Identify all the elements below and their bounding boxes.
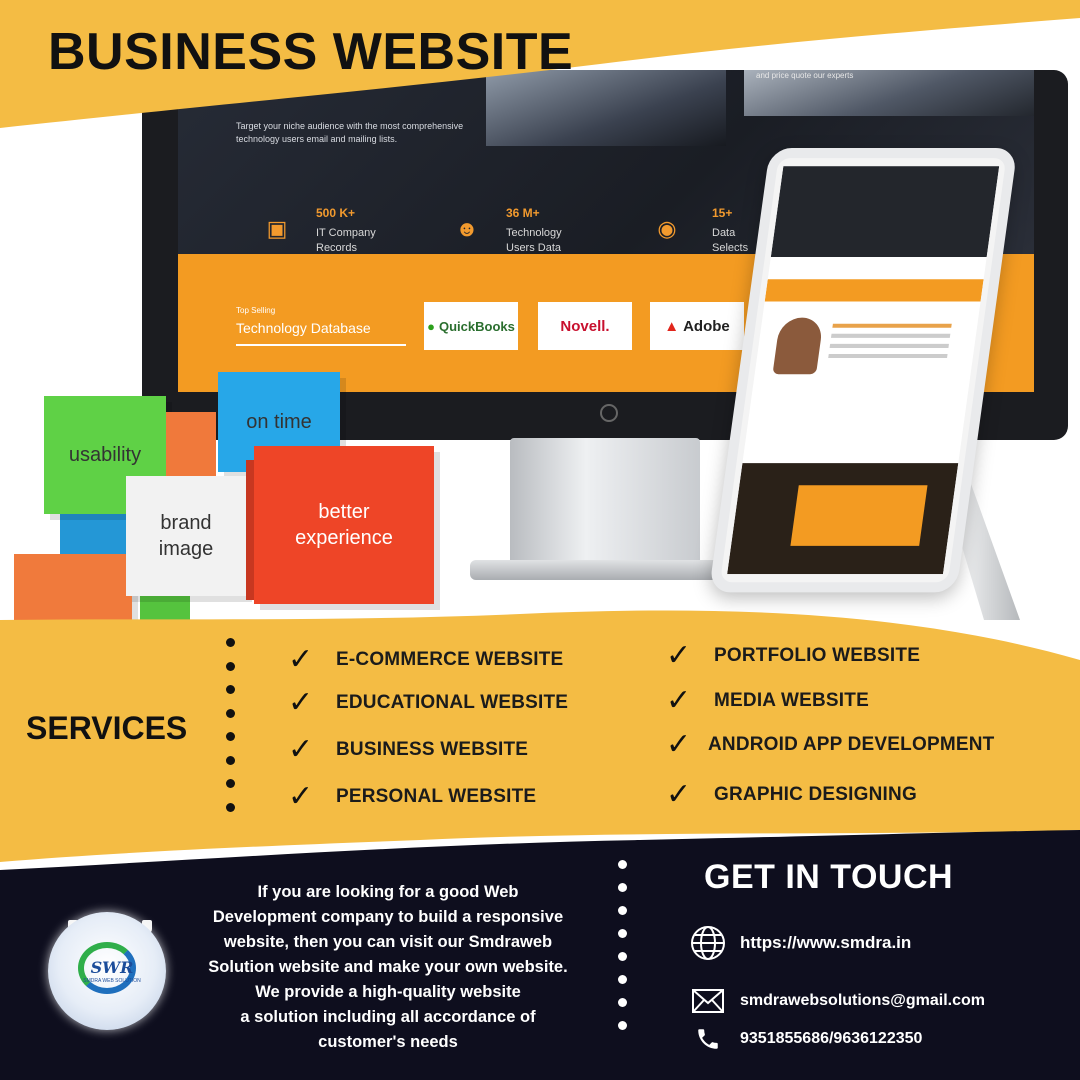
service-item: ✓ E-COMMERCE WEBSITE — [288, 645, 563, 675]
phone-number[interactable]: 9351855686/9636122350 — [740, 1030, 922, 1048]
id-card-icon: ▣ — [266, 216, 288, 241]
logo-subtext: SMDRA WEB SOLUTION — [83, 978, 141, 984]
service-label: ANDROID APP DEVELOPMENT — [708, 734, 995, 755]
about-line: Solution website and make your own websi… — [208, 958, 568, 976]
website-link[interactable]: https://www.smdra.in — [740, 933, 911, 953]
service-label: GRAPHIC DESIGNING — [714, 784, 917, 805]
dotted-divider — [226, 638, 236, 826]
dotted-divider — [618, 860, 628, 1044]
monitor-logo-icon — [600, 404, 618, 422]
globe-icon — [690, 926, 726, 960]
tablet-form — [790, 485, 928, 546]
stat: 36 M+ Technology Users Data — [506, 206, 562, 256]
cube-label: brand — [160, 512, 212, 534]
logo-text: SWR — [90, 958, 134, 977]
check-icon: ✓ — [666, 728, 692, 761]
about-line: We provide a high-quality website — [255, 983, 521, 1001]
service-label: BUSINESS WEBSITE — [336, 739, 529, 760]
stat-value: 36 M+ — [506, 206, 540, 220]
check-icon: ✓ — [288, 643, 314, 676]
tablet-person — [772, 317, 824, 375]
phone-contact[interactable]: 9351855686/9636122350 — [690, 1024, 922, 1054]
get-in-touch-title: GET IN TOUCH — [704, 858, 954, 896]
check-icon: ✓ — [288, 686, 314, 719]
tablet-screen — [727, 166, 1000, 575]
about-line: a solution including all accordance of — [240, 1008, 536, 1026]
cube-label: image — [158, 538, 214, 560]
tablet-text-lines — [832, 323, 952, 328]
band-title: Technology Database — [236, 320, 406, 346]
about-line: If you are looking for a good Web — [257, 883, 519, 901]
company-logo: SWR SMDRA WEB SOLUTION — [48, 912, 166, 1030]
stat-value: 500 K+ — [316, 206, 356, 220]
cube-label: experience — [295, 527, 393, 549]
service-item: ✓ GRAPHIC DESIGNING — [666, 780, 917, 810]
page-title: BUSINESS WEBSITE — [48, 23, 574, 81]
stat: 15+ Data Selects — [712, 206, 748, 256]
cube-better-experience: better experience — [254, 446, 434, 604]
partner-logo-text: Adobe — [683, 317, 730, 335]
stat-label: Technology — [506, 227, 562, 239]
check-icon: ✓ — [666, 684, 692, 717]
target-icon: ◉ — [657, 216, 677, 241]
stat-label: IT Company — [316, 227, 376, 239]
adobe-icon: ▲ — [664, 317, 680, 335]
cube-label: on time — [246, 411, 312, 433]
service-item: ✓ PORTFOLIO WEBSITE — [666, 641, 920, 671]
tablet-hero — [770, 166, 1000, 258]
service-item: ✓ EDUCATIONAL WEBSITE — [288, 688, 568, 718]
about-line: website, then you can visit our Smdraweb — [223, 933, 553, 951]
website-contact[interactable]: https://www.smdra.in — [690, 926, 911, 960]
email-link[interactable]: smdrawebsolutions@gmail.com — [740, 992, 985, 1010]
tablet-band — [764, 279, 984, 302]
cube — [166, 412, 216, 482]
email-contact[interactable]: smdrawebsolutions@gmail.com — [690, 986, 985, 1016]
monitor-stand — [510, 438, 700, 568]
stat: 500 K+ IT Company Records — [316, 206, 376, 256]
monitor-stand-base — [470, 560, 740, 580]
quickbooks-icon: ● — [427, 318, 435, 334]
check-icon: ✓ — [666, 639, 692, 672]
quickbooks-logo: ● QuickBooks — [424, 302, 518, 350]
check-icon: ✓ — [288, 780, 314, 813]
service-item: ✓ MEDIA WEBSITE — [666, 686, 869, 716]
cube-brand-image: brand image — [126, 476, 246, 596]
service-label: MEDIA WEBSITE — [714, 690, 869, 711]
mail-icon — [690, 986, 726, 1016]
about-text: If you are looking for a good Web Develo… — [186, 880, 590, 1055]
service-label: EDUCATIONAL WEBSITE — [336, 692, 569, 713]
services-title: SERVICES — [26, 710, 188, 746]
service-label: E-COMMERCE WEBSITE — [336, 649, 564, 670]
service-label: PORTFOLIO WEBSITE — [714, 645, 921, 666]
service-item: ✓ ANDROID APP DEVELOPMENT — [666, 730, 994, 760]
stat-label: Data — [712, 227, 736, 239]
partner-logo-text: Novell. — [560, 317, 610, 335]
users-icon: ☻ — [455, 216, 479, 241]
service-item: ✓ PERSONAL WEBSITE — [288, 782, 536, 812]
adobe-logo: ▲ Adobe — [650, 302, 744, 350]
phone-icon — [690, 1024, 726, 1054]
service-item: ✓ BUSINESS WEBSITE — [288, 735, 528, 765]
check-icon: ✓ — [666, 778, 692, 811]
service-label: PERSONAL WEBSITE — [336, 786, 537, 807]
novell-logo: Novell. — [538, 302, 632, 350]
cube-label: better — [318, 501, 370, 523]
stat-value: 15+ — [712, 206, 733, 220]
cube-label: usability — [68, 444, 142, 466]
check-icon: ✓ — [288, 733, 314, 766]
band-small-label: Top Selling — [236, 306, 276, 315]
about-line: customer's needs — [318, 1033, 458, 1051]
about-line: Development company to build a responsiv… — [212, 908, 564, 926]
partner-logo-text: QuickBooks — [439, 318, 515, 334]
